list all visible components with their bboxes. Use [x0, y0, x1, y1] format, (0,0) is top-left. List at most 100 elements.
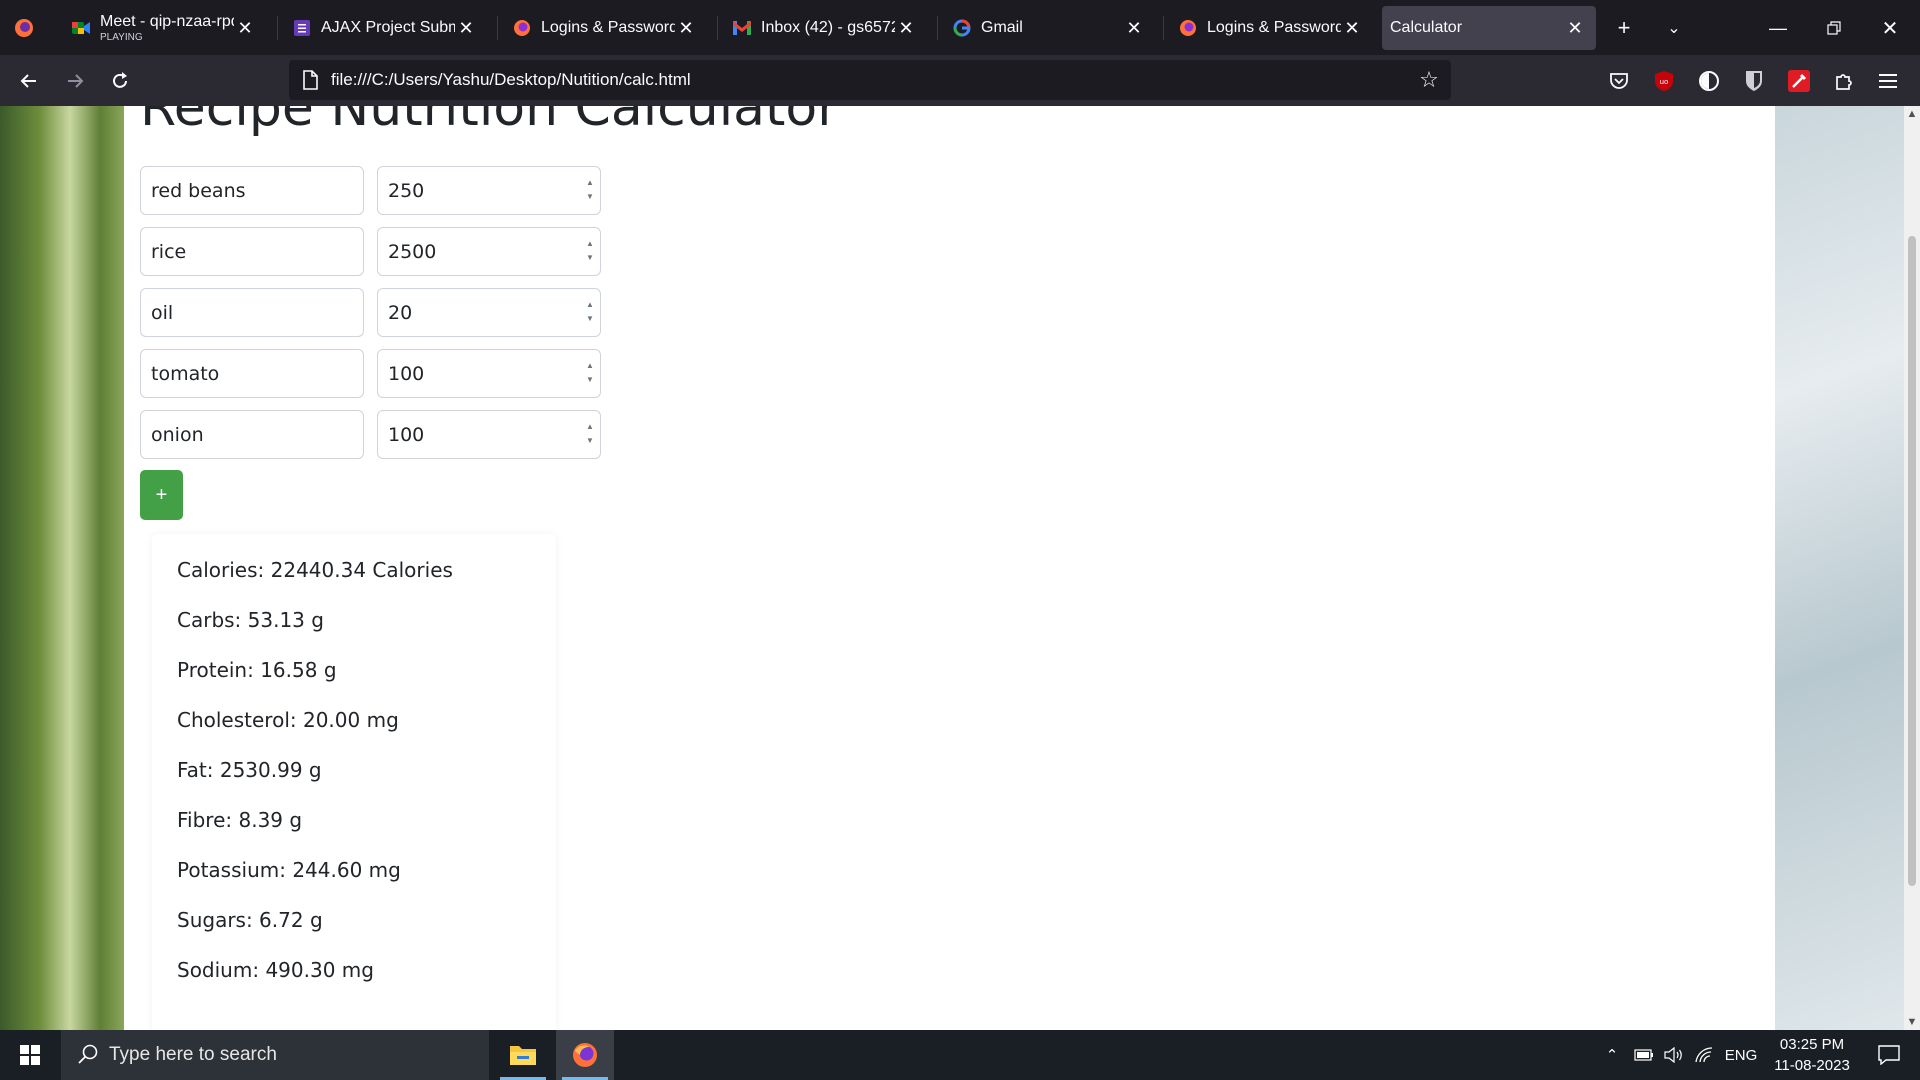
- scrollbar-thumb[interactable]: [1908, 236, 1916, 886]
- nutrition-cholesterol: Cholesterol: 20.00 mg: [177, 708, 399, 732]
- close-icon[interactable]: ✕: [1341, 17, 1363, 39]
- close-icon[interactable]: ✕: [455, 17, 477, 39]
- taskbar-search-box[interactable]: Type here to search: [61, 1030, 489, 1080]
- restore-button[interactable]: [1816, 10, 1852, 46]
- firefox-taskbar-button[interactable]: [556, 1030, 614, 1080]
- tab-inbox[interactable]: Inbox (42) - gs65724@ ✕: [717, 6, 927, 50]
- gmail-icon: [733, 19, 751, 37]
- plus-icon: +: [1617, 15, 1631, 40]
- ublock-origin-icon[interactable]: uo: [1648, 65, 1680, 97]
- new-tab-button[interactable]: +: [1606, 10, 1642, 46]
- number-spinner-icon[interactable]: ▲ ▼: [584, 239, 596, 263]
- file-explorer-taskbar-button[interactable]: [494, 1030, 552, 1080]
- tab-playing-label: PLAYING: [100, 32, 143, 43]
- wifi-icon[interactable]: [1690, 1030, 1718, 1080]
- back-button[interactable]: [11, 63, 47, 99]
- close-icon[interactable]: ✕: [1564, 17, 1586, 39]
- ingredient-name-input[interactable]: [140, 288, 364, 337]
- tab-meet[interactable]: Meet - qip-nzaa-rpd PLAYING ✕: [56, 6, 266, 50]
- back-arrow-icon: [20, 74, 36, 88]
- nutrition-results-card: Calories: 22440.34 Calories Carbs: 53.13…: [152, 534, 556, 1030]
- firefox-icon: [513, 19, 531, 37]
- ingredient-quantity-input[interactable]: [377, 410, 601, 459]
- page-scrollbar[interactable]: ▲ ▼: [1904, 106, 1920, 1030]
- nutrition-potassium: Potassium: 244.60 mg: [177, 858, 401, 882]
- google-icon: [953, 19, 971, 37]
- bitwarden-icon[interactable]: [1738, 65, 1770, 97]
- close-icon[interactable]: ✕: [895, 17, 917, 39]
- close-icon[interactable]: ✕: [675, 17, 697, 39]
- page-container: Recipe Nutrition Calculator ▲▼ ▲▼ ▲▼ ▲▼ …: [124, 106, 1775, 1030]
- firefox-icon: [1179, 19, 1197, 37]
- minimize-icon: —: [1769, 17, 1787, 38]
- volume-icon[interactable]: [1660, 1030, 1688, 1080]
- clock-date: 11-08-2023: [1774, 1057, 1850, 1074]
- forward-button[interactable]: [57, 63, 93, 99]
- close-icon: ✕: [1881, 17, 1899, 40]
- windows-logo-icon: [20, 1045, 40, 1065]
- tab-logins-1[interactable]: Logins & Passwords ✕: [497, 6, 707, 50]
- ingredient-name-input[interactable]: [140, 166, 364, 215]
- pocket-icon[interactable]: [1603, 65, 1635, 97]
- action-center-button[interactable]: [1864, 1030, 1914, 1080]
- scroll-up-icon[interactable]: ▲: [1904, 106, 1920, 122]
- page-icon: [303, 70, 318, 90]
- page-viewport: Recipe Nutrition Calculator ▲▼ ▲▼ ▲▼ ▲▼ …: [0, 106, 1920, 1030]
- show-hidden-icons-button[interactable]: ⌃: [1600, 1030, 1624, 1080]
- input-language-indicator[interactable]: ENG: [1722, 1030, 1760, 1080]
- tab-calculator[interactable]: Calculator ✕: [1382, 6, 1596, 50]
- tab-title: Gmail: [981, 19, 1023, 36]
- nutrition-carbs: Carbs: 53.13 g: [177, 608, 324, 632]
- reload-button[interactable]: [102, 63, 138, 99]
- extensions-puzzle-icon[interactable]: [1828, 65, 1860, 97]
- chevron-down-icon: ⌄: [1667, 20, 1681, 37]
- ingredient-quantity-input[interactable]: [377, 288, 601, 337]
- close-window-button[interactable]: ✕: [1872, 10, 1908, 46]
- ingredient-name-input[interactable]: [140, 227, 364, 276]
- list-all-tabs-button[interactable]: ⌄: [1656, 10, 1692, 46]
- nutrition-calories: Calories: 22440.34 Calories: [177, 558, 453, 582]
- tab-strip: Meet - qip-nzaa-rpd PLAYING ✕ AJAX Proje…: [0, 0, 1920, 55]
- tab-title: Meet - qip-nzaa-rpd PLAYING: [100, 13, 234, 43]
- nutrition-fibre: Fibre: 8.39 g: [177, 808, 303, 832]
- number-spinner-icon[interactable]: ▲ ▼: [584, 178, 596, 202]
- close-icon[interactable]: ✕: [234, 17, 256, 39]
- ingredient-quantity-input[interactable]: [377, 166, 601, 215]
- number-spinner-icon[interactable]: ▲ ▼: [584, 361, 596, 385]
- tab-logins-2[interactable]: Logins & Passwords ✕: [1163, 6, 1373, 50]
- address-bar[interactable]: file:///C:/Users/Yashu/Desktop/Nutition/…: [289, 60, 1451, 100]
- number-spinner-icon[interactable]: ▲ ▼: [584, 300, 596, 324]
- minimize-button[interactable]: —: [1760, 10, 1796, 46]
- scroll-down-icon[interactable]: ▼: [1904, 1014, 1920, 1030]
- notification-icon: [1878, 1045, 1900, 1065]
- tab-ajax[interactable]: AJAX Project Submissi ✕: [277, 6, 487, 50]
- nutrition-sodium: Sodium: 490.30 mg: [177, 958, 374, 982]
- restore-icon: [1827, 21, 1841, 35]
- number-spinner-icon[interactable]: ▲ ▼: [584, 422, 596, 446]
- menu-hamburger-icon[interactable]: [1873, 65, 1905, 97]
- tab-title: Logins & Passwords: [541, 19, 675, 36]
- battery-icon[interactable]: [1630, 1030, 1658, 1080]
- folder-icon: [510, 1046, 536, 1065]
- page-title: Recipe Nutrition Calculator: [140, 106, 839, 138]
- add-ingredient-button[interactable]: +: [140, 470, 183, 520]
- close-icon[interactable]: ✕: [1123, 17, 1145, 39]
- url-text[interactable]: file:///C:/Users/Yashu/Desktop/Nutition/…: [331, 70, 691, 90]
- firefox-icon: [573, 1043, 597, 1067]
- bookmark-star-icon[interactable]: ☆: [1415, 66, 1443, 94]
- ingredient-name-input[interactable]: [140, 410, 364, 459]
- tab-gmail[interactable]: Gmail ✕: [937, 6, 1155, 50]
- privacy-badger-icon[interactable]: [1693, 65, 1725, 97]
- chevron-up-icon: ⌃: [1605, 1047, 1619, 1064]
- ingredient-quantity-input[interactable]: [377, 349, 601, 398]
- ingredient-quantity-input[interactable]: [377, 227, 601, 276]
- start-button[interactable]: [0, 1030, 60, 1080]
- firefox-view-icon[interactable]: [6, 10, 42, 46]
- tab-title: Inbox (42) - gs65724@: [761, 19, 895, 36]
- clock-time: 03:25 PM: [1779, 1036, 1845, 1053]
- forward-arrow-icon: [68, 74, 84, 88]
- nutrition-sugars: Sugars: 6.72 g: [177, 908, 323, 932]
- ingredient-name-input[interactable]: [140, 349, 364, 398]
- color-picker-icon[interactable]: [1783, 65, 1815, 97]
- taskbar-clock[interactable]: 03:25 PM 11-08-2023: [1766, 1034, 1858, 1076]
